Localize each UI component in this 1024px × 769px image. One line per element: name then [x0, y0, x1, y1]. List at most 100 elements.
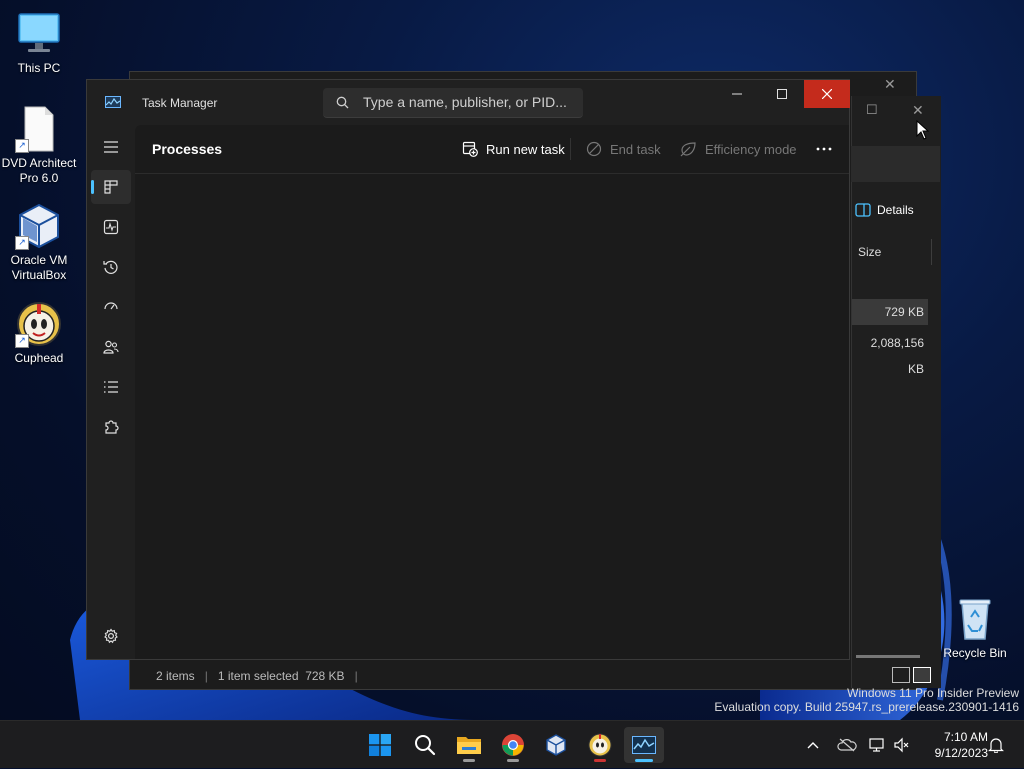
title-bar[interactable]: Task Manager	[87, 80, 850, 125]
evaluation-watermark: Windows 11 Pro Insider Preview Evaluatio…	[714, 686, 1019, 714]
clock-time: 7:10 AM	[943, 730, 988, 744]
processes-icon	[104, 180, 118, 194]
desktop-icon-virtualbox[interactable]: ↗ Oracle VM VirtualBox	[1, 202, 77, 283]
details-view-icon[interactable]	[892, 667, 910, 683]
desktop-icon-this-pc[interactable]: This PC	[1, 10, 77, 76]
file-row[interactable]: 2,088,156 KB	[852, 330, 928, 376]
nav-settings[interactable]	[91, 619, 131, 653]
notification-button[interactable]	[988, 721, 1004, 769]
efficiency-mode-button[interactable]: Efficiency mode	[680, 136, 797, 162]
clock-date: 9/12/2023	[934, 746, 988, 760]
file-row[interactable]: 729 KB	[852, 299, 928, 325]
desktop-icon-recycle-bin[interactable]: Recycle Bin	[937, 595, 1013, 661]
shortcut-arrow-icon: ↗	[15, 334, 29, 348]
column-header-size[interactable]: Size	[852, 239, 932, 265]
efficiency-mode-label: Efficiency mode	[705, 141, 797, 157]
task-manager-icon	[105, 96, 121, 108]
status-item-count: 2 items	[156, 669, 195, 683]
start-button[interactable]	[360, 727, 400, 763]
network-icon[interactable]	[869, 737, 887, 753]
nav-app-history[interactable]	[91, 250, 131, 284]
watermark-line-1: Windows 11 Pro Insider Preview	[847, 686, 1019, 700]
nav-startup-apps[interactable]	[91, 290, 131, 324]
running-indicator	[635, 759, 653, 762]
nav-details[interactable]	[91, 370, 131, 404]
end-task-button[interactable]: End task	[586, 136, 661, 162]
nav-performance[interactable]	[91, 210, 131, 244]
selection-indicator	[91, 180, 94, 194]
users-icon	[103, 340, 119, 354]
details-pane-icon	[855, 203, 871, 217]
gear-icon	[104, 628, 118, 644]
tiles-view-icon[interactable]	[913, 667, 931, 683]
horizontal-scrollbar[interactable]	[856, 655, 920, 658]
speedometer-icon	[104, 302, 118, 310]
maximize-icon[interactable]: ☐	[866, 102, 878, 118]
maximize-icon	[777, 89, 787, 99]
chevron-up-icon[interactable]	[806, 740, 820, 750]
run-new-task-button[interactable]: Run new task	[462, 136, 565, 162]
system-tray	[800, 721, 911, 769]
nav-users[interactable]	[91, 330, 131, 364]
search-icon	[415, 735, 436, 756]
hamburger-menu-button[interactable]	[91, 130, 131, 164]
file-explorer-icon	[457, 737, 481, 754]
status-separator: |	[354, 669, 358, 683]
minimize-button[interactable]	[714, 80, 760, 108]
task-manager-window[interactable]: Task Manager Type a name, publisher, or …	[86, 79, 850, 660]
desktop-icon-label: Oracle VM VirtualBox	[10, 253, 68, 282]
virtualbox-icon: ↗	[15, 202, 63, 250]
status-selection: 1 item selected 728 KB	[217, 669, 345, 683]
command-separator	[570, 138, 571, 160]
document-icon: ↗	[15, 105, 63, 153]
running-indicator	[463, 759, 475, 762]
taskbar-clock[interactable]: 7:10 AM 9/12/2023	[918, 729, 988, 761]
details-label: Details	[877, 203, 914, 217]
close-icon[interactable]: ✕	[912, 102, 924, 119]
search-box[interactable]	[323, 88, 583, 118]
page-title: Processes	[152, 141, 223, 157]
recycle-bin-icon	[951, 595, 999, 643]
explorer-status-bar: 2 items | 1 item selected 728 KB |	[156, 661, 856, 689]
end-task-icon	[586, 141, 602, 157]
desktop-icon-label: Cuphead	[14, 351, 64, 365]
processes-page: Processes Run new task End task Efficien…	[135, 125, 849, 659]
nav-processes[interactable]	[91, 170, 131, 204]
taskbar: 7:10 AM 9/12/2023	[0, 720, 1024, 768]
explorer-address-bar	[851, 146, 940, 182]
monitor-icon	[15, 10, 63, 58]
taskbar-search-button[interactable]	[405, 727, 445, 763]
taskbar-task-manager[interactable]	[624, 727, 664, 763]
taskbar-file-explorer[interactable]	[449, 727, 489, 763]
list-icon	[104, 381, 118, 393]
close-button[interactable]	[804, 80, 850, 108]
cuphead-icon	[588, 733, 612, 757]
close-icon[interactable]: ✕	[884, 76, 896, 93]
maximize-button[interactable]	[759, 80, 805, 108]
view-toggle	[892, 667, 931, 683]
start-icon	[369, 734, 391, 756]
volume-muted-icon[interactable]	[893, 737, 911, 753]
bell-icon	[988, 738, 1004, 753]
nav-services[interactable]	[91, 410, 131, 444]
search-input[interactable]	[363, 88, 573, 116]
taskbar-virtualbox[interactable]	[536, 727, 576, 763]
explorer-window-front[interactable]: ☐ ✕	[851, 96, 941, 688]
desktop-icon-dvd-architect[interactable]: ↗ DVD Architect Pro 6.0	[1, 105, 77, 186]
details-pane-button[interactable]: Details	[855, 203, 914, 217]
search-icon	[336, 96, 349, 109]
puzzle-icon	[105, 420, 119, 434]
onedrive-offline-icon[interactable]	[837, 738, 857, 752]
chrome-icon	[502, 734, 524, 756]
taskbar-cuphead[interactable]	[580, 727, 620, 763]
desktop-icon-label: Recycle Bin	[943, 646, 1007, 660]
task-manager-icon	[632, 736, 656, 754]
taskbar-chrome[interactable]	[493, 727, 533, 763]
close-icon	[822, 89, 832, 99]
running-indicator	[594, 759, 606, 762]
shortcut-arrow-icon: ↗	[15, 236, 29, 250]
status-separator: |	[204, 669, 208, 683]
desktop-icon-cuphead[interactable]: ↗ Cuphead	[1, 300, 77, 366]
more-options-button[interactable]	[809, 136, 839, 162]
watermark-line-2: Evaluation copy. Build 25947.rs_prerelea…	[714, 700, 1019, 714]
